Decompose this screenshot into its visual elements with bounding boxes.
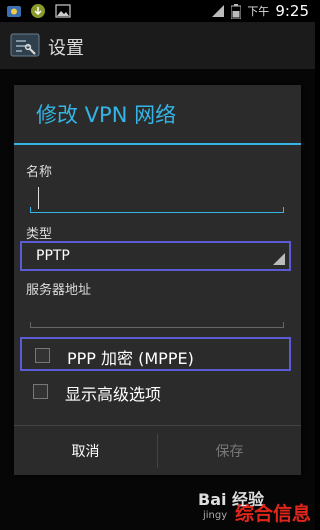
name-field[interactable] <box>30 185 284 213</box>
name-label: 名称 <box>26 165 53 180</box>
save-button[interactable]: 保存 <box>158 426 301 476</box>
ppp-encryption-checkbox[interactable] <box>35 348 50 363</box>
ppp-encryption-label: PPP 加密 (MPPE) <box>67 349 194 368</box>
sim-signal-icon <box>212 5 225 17</box>
status-bar: 下午 9:25 <box>0 0 315 22</box>
dialog-title: 修改 VPN 网络 <box>36 103 177 127</box>
type-label: 类型 <box>26 227 53 242</box>
action-bar-title: 设置 <box>48 38 84 59</box>
vpn-type-select[interactable]: PPTP <box>20 241 291 271</box>
show-advanced-label: 显示高级选项 <box>65 385 162 404</box>
battery-icon <box>231 3 242 19</box>
vpn-type-value: PPTP <box>36 248 70 264</box>
site-watermark: 综合信息 <box>234 503 311 525</box>
image-notification-icon <box>55 4 71 18</box>
app-notification-icon <box>7 6 21 17</box>
watermark-url: jingy <box>203 510 228 521</box>
settings-app-icon[interactable] <box>10 31 40 59</box>
ppp-encryption-row[interactable]: PPP 加密 (MPPE) <box>20 337 291 371</box>
show-advanced-checkbox[interactable] <box>33 384 48 399</box>
status-ampm: 下午 <box>247 5 270 18</box>
status-time: 9:25 <box>275 2 309 20</box>
edit-vpn-dialog: 修改 VPN 网络 名称 类型 PPTP 服务器地址 PPP 加密 (MPPE)… <box>14 85 301 475</box>
server-address-label: 服务器地址 <box>26 283 92 298</box>
cancel-button[interactable]: 取消 <box>14 426 157 476</box>
title-divider <box>14 143 301 145</box>
text-cursor <box>38 187 39 209</box>
dialog-button-bar: 取消 保存 <box>14 425 301 476</box>
server-address-field[interactable] <box>30 300 284 328</box>
action-bar: 设置 <box>0 22 315 69</box>
show-advanced-row[interactable]: 显示高级选项 <box>20 375 291 409</box>
dropdown-corner-icon <box>273 253 285 265</box>
download-notification-icon <box>31 4 45 18</box>
